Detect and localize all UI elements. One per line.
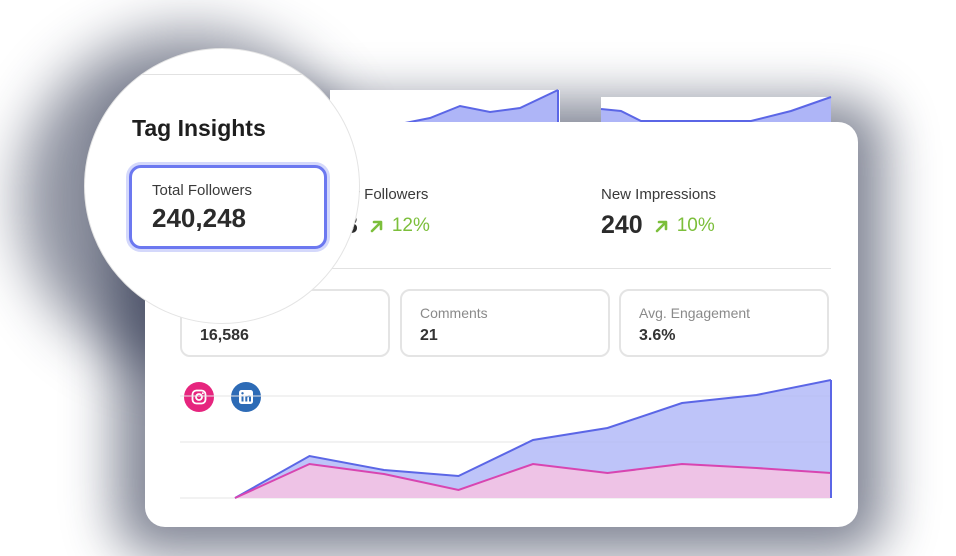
engagement-area-chart <box>180 379 832 499</box>
tag-insights-title: Tag Insights <box>132 115 266 141</box>
comments-stat[interactable]: Comments 21 <box>400 289 610 357</box>
new-impressions-label: New Impressions <box>601 186 717 203</box>
app-stage: New Followers 28 12% New Impressions 240… <box>0 0 956 556</box>
new-impressions-metric: New Impressions 240 10% <box>601 186 716 240</box>
new-followers-trend: 12% <box>370 215 430 237</box>
tag-insights-magnifier: Tag Insights Total Followers 240,248 <box>84 48 360 324</box>
new-followers-trend-value: 12% <box>391 214 430 236</box>
mentions-value: 16,586 <box>200 327 249 344</box>
total-followers-box[interactable]: Total Followers 240,248 <box>129 165 327 249</box>
comments-value: 21 <box>420 327 438 344</box>
trend-up-icon <box>655 220 668 232</box>
new-impressions-value: 240 <box>601 211 643 239</box>
engagement-area-series-fill <box>235 464 831 498</box>
total-followers-value: 240,248 <box>152 203 246 233</box>
comments-label: Comments <box>420 305 488 321</box>
trend-up-icon <box>370 220 383 232</box>
new-impressions-trend-value: 10% <box>676 214 715 236</box>
avg-engagement-value: 3.6% <box>639 327 676 344</box>
avg-engagement-label: Avg. Engagement <box>639 305 751 321</box>
new-impressions-trend: 10% <box>655 215 715 237</box>
magnifier-gridline <box>85 74 355 75</box>
total-followers-label: Total Followers <box>152 182 253 199</box>
avg-engagement-stat[interactable]: Avg. Engagement 3.6% <box>619 289 829 357</box>
